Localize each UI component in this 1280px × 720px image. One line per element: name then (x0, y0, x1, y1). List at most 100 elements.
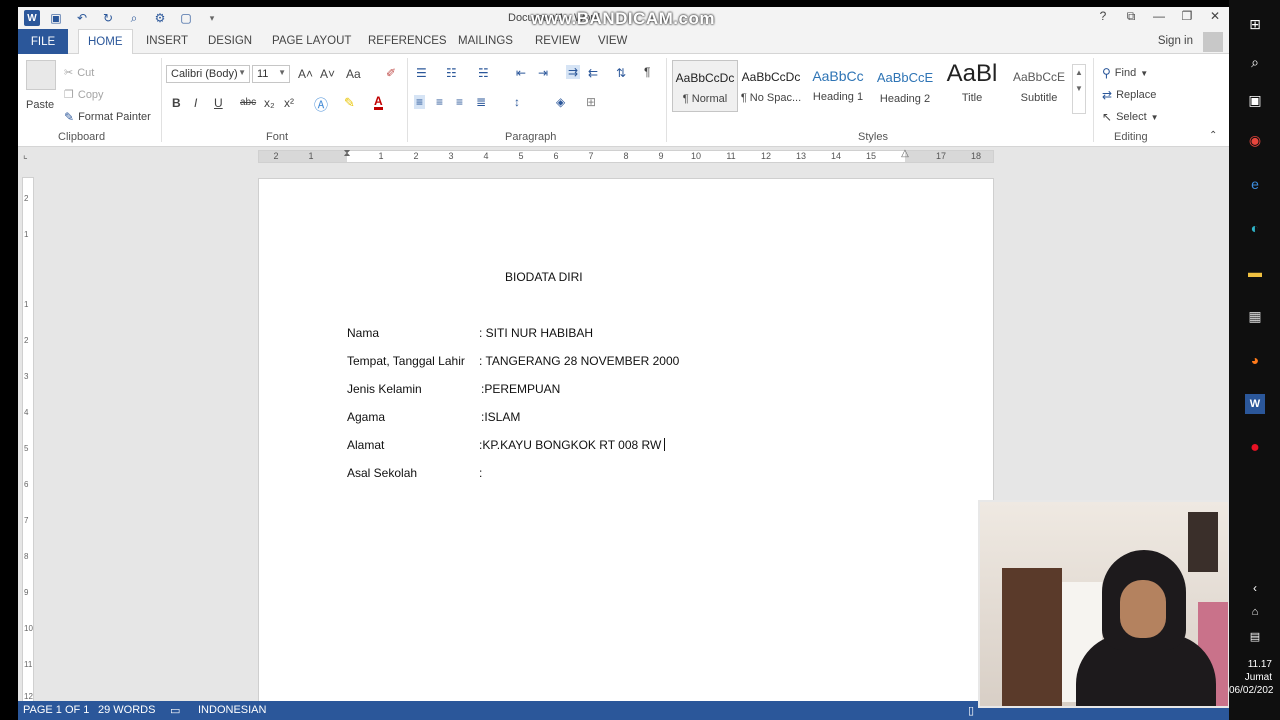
style-heading-1[interactable]: AaBbCc Heading 1 (805, 60, 871, 112)
style-heading-2[interactable]: AaBbCcE Heading 2 (872, 60, 938, 112)
language-indicator[interactable]: INDONESIAN (198, 704, 266, 716)
collapse-ribbon-icon[interactable]: ⌃ (1209, 130, 1217, 141)
undo-icon[interactable]: ↶ (72, 9, 92, 27)
justify-icon[interactable]: ≣ (476, 95, 486, 109)
chevron-left-icon[interactable]: ‹ (1245, 578, 1265, 598)
select-button[interactable]: ↖ Select ▼ (1102, 110, 1159, 124)
tab-review[interactable]: REVIEW (535, 35, 580, 47)
close-icon[interactable]: ✕ (1207, 9, 1223, 24)
word-taskbar-icon[interactable]: W (1245, 394, 1265, 414)
field-value-alamat-line[interactable]: :KP.KAYU BONGKOK RT 008 RW (479, 438, 666, 452)
task-view-icon[interactable]: ▣ (1245, 90, 1265, 110)
text-effects-icon[interactable]: Ⓐ (314, 95, 328, 115)
bold-button[interactable]: B (172, 96, 181, 110)
tab-insert[interactable]: INSERT (146, 35, 188, 47)
save-icon[interactable]: ▣ (46, 9, 66, 27)
subscript-button[interactable]: x₂ (264, 96, 275, 110)
redo-icon[interactable]: ↻ (98, 9, 118, 27)
file-explorer-icon[interactable]: ▬ (1245, 262, 1265, 282)
increase-indent-icon[interactable]: ⇥ (538, 66, 548, 80)
replace-button[interactable]: ⇄ Replace (1102, 88, 1156, 102)
edge-legacy-icon[interactable]: e (1245, 174, 1265, 194)
change-case-button[interactable]: Aa (346, 67, 361, 81)
new-document-icon[interactable]: ▢ (176, 9, 196, 27)
align-left-icon[interactable]: ≡ (414, 95, 426, 109)
horizontal-ruler[interactable]: 2 1 1 2 3 4 5 6 7 8 9 10 11 12 13 14 15 … (258, 148, 994, 163)
customize-qat-icon[interactable]: ▾ (202, 9, 222, 27)
network-icon[interactable]: ⌂ (1245, 602, 1265, 622)
search-icon[interactable]: ⌕ (1245, 52, 1265, 72)
numbering-icon[interactable]: ☷ (446, 66, 457, 80)
align-center-icon[interactable]: ≡ (436, 95, 443, 109)
system-clock[interactable]: 11.17 Jumat 06/02/202 (1229, 658, 1280, 697)
format-painter-button[interactable]: ✎ Format Painter (64, 110, 151, 124)
proofing-icon[interactable]: ▭ (170, 704, 180, 717)
spelling-icon[interactable]: ⚙ (150, 9, 170, 27)
chrome-icon[interactable]: ◉ (1245, 130, 1265, 150)
superscript-button[interactable]: x² (284, 96, 294, 110)
tab-file[interactable]: FILE (18, 29, 68, 54)
notification-icon[interactable]: ▤ (1245, 626, 1265, 646)
field-value-asal-sekolah[interactable]: : (479, 466, 482, 480)
tab-view[interactable]: VIEW (598, 35, 627, 47)
right-indent-icon[interactable]: △ (901, 148, 909, 159)
help-icon[interactable]: ? (1095, 9, 1111, 24)
styles-scroll[interactable]: ▲ ▼ (1072, 64, 1086, 114)
read-mode-icon[interactable]: ▯ (968, 704, 974, 717)
tab-references[interactable]: REFERENCES (368, 35, 447, 47)
style-subtitle[interactable]: AaBbCcE Subtitle (1006, 60, 1072, 112)
cut-button[interactable]: ✂ Cut (64, 66, 94, 80)
highlight-icon[interactable]: ✎ (344, 95, 355, 111)
firefox-icon[interactable]: ◕ (1245, 350, 1265, 370)
field-label-jenis-kelamin[interactable]: Jenis Kelamin (347, 382, 422, 396)
field-value-alamat[interactable]: :KP.KAYU BONGKOK RT 008 RW (479, 438, 661, 452)
shrink-font-button[interactable]: A˅ (320, 67, 335, 81)
bullets-icon[interactable]: ☰ (416, 66, 427, 80)
sign-in-link[interactable]: Sign in (1158, 35, 1193, 47)
style-title[interactable]: AaBl Title (939, 60, 1005, 112)
field-label-agama[interactable]: Agama (347, 410, 385, 424)
shading-icon[interactable]: ◈ (556, 95, 565, 109)
underline-button[interactable]: U (214, 96, 223, 110)
find-button[interactable]: ⚲ Find ▼ (1102, 66, 1148, 80)
sort-icon[interactable]: ⇅ (616, 66, 626, 80)
multilevel-list-icon[interactable]: ☵ (478, 66, 489, 80)
copy-button[interactable]: ❐ Copy (64, 88, 104, 102)
page-count[interactable]: PAGE 1 OF 1 (23, 704, 89, 716)
paste-button[interactable]: Paste (26, 99, 54, 111)
field-value-agama[interactable]: :ISLAM (481, 410, 520, 424)
rtl-icon[interactable]: ⇇ (588, 66, 598, 80)
style-normal[interactable]: AaBbCcDc ¶ Normal (672, 60, 738, 112)
clear-formatting-icon[interactable]: ✐ (386, 66, 396, 80)
borders-icon[interactable]: ⊞ (586, 95, 596, 109)
document-page[interactable]: BIODATA DIRI Nama : SITI NUR HABIBAH Tem… (258, 178, 994, 720)
style-no-spacing[interactable]: AaBbCcDc ¶ No Spac... (738, 60, 804, 112)
minimize-icon[interactable]: — (1151, 9, 1167, 24)
tab-selector-icon[interactable]: ⌞ (23, 150, 28, 161)
decrease-indent-icon[interactable]: ⇤ (516, 66, 526, 80)
font-name-combo[interactable]: Calibri (Body) ▼ (166, 65, 250, 83)
record-icon[interactable]: ● (1245, 438, 1265, 458)
field-value-ttl[interactable]: : TANGERANG 28 NOVEMBER 2000 (479, 354, 679, 368)
edge-icon[interactable]: ◐ (1245, 218, 1265, 238)
font-color-button[interactable]: A (374, 95, 383, 110)
grow-font-button[interactable]: A˄ (298, 67, 313, 81)
align-right-icon[interactable]: ≡ (456, 95, 463, 109)
show-formatting-button[interactable]: ¶ (644, 65, 650, 79)
line-spacing-icon[interactable]: ↕ (514, 95, 520, 109)
field-label-nama[interactable]: Nama (347, 326, 379, 340)
tab-home[interactable]: HOME (78, 29, 133, 55)
indent-marker-icon[interactable]: ⧗ (343, 148, 350, 159)
field-value-nama[interactable]: : SITI NUR HABIBAH (479, 326, 593, 340)
italic-button[interactable]: I (194, 96, 197, 110)
font-size-combo[interactable]: 11 ▼ (252, 65, 290, 83)
tab-design[interactable]: DESIGN (208, 35, 252, 47)
document-heading[interactable]: BIODATA DIRI (505, 270, 583, 284)
ribbon-display-icon[interactable]: ⧉ (1123, 9, 1139, 24)
field-label-ttl[interactable]: Tempat, Tanggal Lahir (347, 354, 465, 368)
store-icon[interactable]: ▦ (1245, 306, 1265, 326)
tab-mailings[interactable]: MAILINGS (458, 35, 513, 47)
field-label-alamat[interactable]: Alamat (347, 438, 384, 452)
windows-start-icon[interactable]: ⊞ (1245, 14, 1265, 34)
field-value-jenis-kelamin[interactable]: :PEREMPUAN (481, 382, 560, 396)
